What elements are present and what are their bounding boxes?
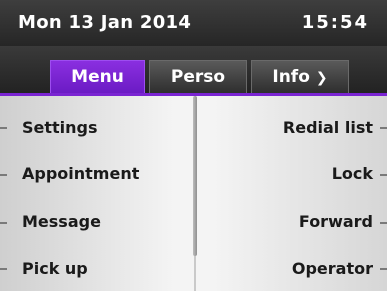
tab-info-label: Info: [272, 67, 310, 87]
item-tick: [380, 222, 387, 224]
chevron-right-icon: ❯: [315, 70, 328, 86]
item-tick: [0, 127, 7, 129]
phone-screen: Mon 13 Jan 2014 15:54 Menu Perso Info ❯ S…: [0, 0, 387, 291]
menu-item-message[interactable]: Message: [22, 207, 101, 237]
menu-panel: Settings Appointment Message Pick up Red…: [0, 96, 387, 291]
item-tick: [0, 222, 7, 224]
menu-item-appointment[interactable]: Appointment: [22, 159, 139, 189]
menu-item-settings[interactable]: Settings: [22, 113, 98, 143]
menu-item-operator[interactable]: Operator: [292, 254, 373, 284]
tab-perso[interactable]: Perso: [149, 60, 247, 93]
status-bar: Mon 13 Jan 2014 15:54: [0, 0, 387, 46]
menu-item-pick-up[interactable]: Pick up: [22, 254, 88, 284]
tab-menu[interactable]: Menu: [50, 60, 145, 93]
item-tick: [380, 127, 387, 129]
date-display: Mon 13 Jan 2014: [18, 12, 192, 33]
tab-perso-label: Perso: [170, 67, 226, 87]
tab-info[interactable]: Info ❯: [251, 60, 349, 93]
menu-item-lock[interactable]: Lock: [332, 159, 373, 189]
item-tick: [380, 268, 387, 270]
tab-menu-label: Menu: [71, 67, 124, 87]
scroll-divider: [193, 96, 197, 256]
column-divider: [194, 256, 196, 291]
item-tick: [380, 174, 387, 176]
item-tick: [0, 268, 7, 270]
item-tick: [0, 174, 7, 176]
menu-item-redial-list[interactable]: Redial list: [283, 113, 373, 143]
menu-item-forward[interactable]: Forward: [299, 207, 373, 237]
tab-bar: Menu Perso Info ❯: [0, 46, 387, 131]
time-display: 15:54: [301, 12, 369, 33]
